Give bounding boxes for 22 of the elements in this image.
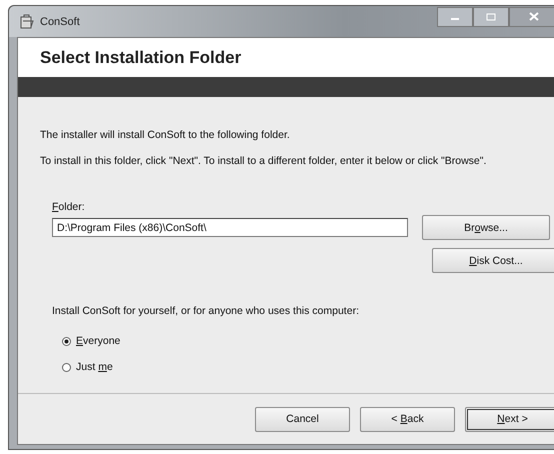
radio-label: Just me	[76, 361, 113, 373]
maximize-icon	[486, 12, 496, 20]
browse-button[interactable]: Browse...	[422, 215, 550, 240]
radio-button[interactable]	[62, 362, 71, 372]
radio-button[interactable]	[62, 336, 71, 346]
radio-label: Everyone	[76, 335, 120, 347]
page-title: Select Installation Folder	[40, 48, 242, 68]
close-icon	[529, 12, 539, 21]
instruction-text: To install in this folder, click "Next". To install to a different folder, enter it below or click "Browse".	[40, 155, 488, 167]
wizard-button[interactable]: Cancel	[255, 406, 350, 432]
install-scope-prompt: Install ConSoft for yourself, or for anyone who uses this computer:	[52, 305, 360, 317]
window-title: ConSoft	[40, 16, 80, 28]
wizard-button[interactable]: < Back	[360, 406, 455, 432]
instruction-text: The installer will install ConSoft to the following folder.	[40, 129, 291, 141]
close-button[interactable]	[509, 6, 554, 26]
maximize-button[interactable]	[473, 6, 509, 26]
wizard-button[interactable]: Next >	[465, 406, 554, 432]
disk-cost-button[interactable]: Disk Cost...	[432, 248, 554, 273]
minimize-button[interactable]	[437, 6, 473, 26]
folder-label: Folder:	[52, 201, 85, 213]
folder-path-field[interactable]: D:\Program Files (x86)\ConSoft\	[52, 218, 408, 237]
installer-icon	[19, 14, 35, 30]
